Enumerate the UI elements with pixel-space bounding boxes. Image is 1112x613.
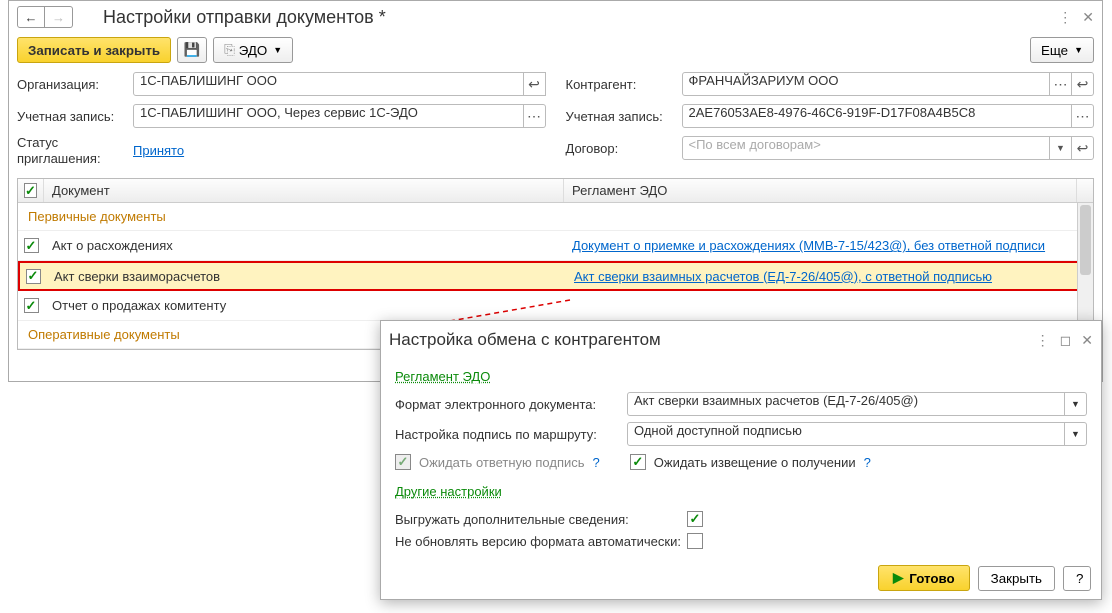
help-icon[interactable]: ? — [593, 455, 600, 470]
play-icon: ▶ — [893, 570, 903, 586]
wait-notice-checkbox[interactable]: ✓ — [630, 454, 646, 470]
open-icon[interactable]: ↩ — [1072, 72, 1094, 96]
open-icon[interactable]: ↩ — [524, 72, 546, 96]
contr-label: Контрагент: — [566, 77, 682, 92]
dog-input[interactable]: <По всем договорам> — [682, 136, 1051, 160]
format-label: Формат электронного документа: — [395, 397, 627, 412]
scroll-thumb[interactable] — [1080, 205, 1091, 275]
chevron-down-icon[interactable]: ▼ — [1065, 392, 1087, 416]
close-icon[interactable]: ✕ — [1082, 9, 1094, 26]
org-input[interactable]: 1С-ПАБЛИШИНГ ООО — [133, 72, 524, 96]
sign-combo[interactable]: Одной доступной подписью — [627, 422, 1065, 446]
status-link[interactable]: Принято — [133, 143, 184, 158]
noupd-checkbox[interactable] — [687, 533, 703, 549]
check-icon[interactable]: ✓ — [24, 238, 39, 253]
edo-icon: ⎘ — [224, 42, 235, 58]
ready-label: Готово — [909, 571, 954, 586]
col-document[interactable]: Документ — [44, 179, 564, 202]
doc-cell: Акт о расхождениях — [44, 238, 564, 253]
account-label: Учетная запись: — [17, 109, 133, 124]
help-icon[interactable]: ? — [864, 455, 871, 470]
ready-button[interactable]: ▶ Готово — [878, 565, 970, 591]
kebab-icon[interactable]: ⋮ — [1036, 332, 1050, 349]
sign-label: Настройка подпись по маршруту: — [395, 427, 627, 442]
account2-input[interactable]: 2AE76053AE8-4976-46C6-919F-D17F08A4B5C8 — [682, 104, 1073, 128]
reg-link[interactable]: Документ о приемке и расхождениях (ММВ-7… — [572, 238, 1045, 253]
chevron-down-icon[interactable]: ▼ — [1065, 422, 1087, 446]
arrow-left-icon: ← — [25, 10, 38, 25]
extra-checkbox[interactable]: ✓ — [687, 511, 703, 527]
titlebar: ← → Настройки отправки документов * ⋮ ✕ — [9, 1, 1102, 33]
contr-input[interactable]: ФРАНЧАЙЗАРИУМ ООО — [682, 72, 1051, 96]
noupd-label: Не обновлять версию формата автоматическ… — [395, 534, 687, 549]
reg-link[interactable]: Акт сверки взаимных расчетов (ЕД-7-26/40… — [574, 269, 992, 284]
status-label: Статус приглашения: — [17, 135, 133, 166]
close-icon[interactable]: ✕ — [1081, 332, 1093, 349]
table-row-selected[interactable]: ✓ Акт сверки взаиморасчетов Акт сверки в… — [18, 261, 1093, 291]
arrow-right-icon: → — [52, 10, 65, 25]
open-icon[interactable]: ↩ — [1072, 136, 1094, 160]
extra-label: Выгружать дополнительные сведения: — [395, 512, 687, 527]
section-reglament[interactable]: Регламент ЭДО — [395, 369, 490, 384]
table-row[interactable]: ✓ Отчет о продажах комитенту — [18, 291, 1093, 321]
account2-label: Учетная запись: — [566, 109, 682, 124]
chevron-down-icon[interactable]: ▼ — [1050, 136, 1072, 160]
account-input[interactable]: 1С-ПАБЛИШИНГ ООО, Через сервис 1С-ЭДО — [133, 104, 524, 128]
diskette-icon: 💾 — [184, 42, 201, 58]
wait-reply-checkbox: ✓ — [395, 454, 411, 470]
doc-cell: Отчет о продажах комитенту — [44, 298, 564, 313]
kebab-icon[interactable]: ⋮ — [1058, 9, 1072, 26]
more-button[interactable]: Еще ▼ — [1030, 37, 1094, 63]
format-combo[interactable]: Акт сверки взаимных расчетов (ЕД-7-26/40… — [627, 392, 1065, 416]
check-icon[interactable]: ✓ — [26, 269, 41, 284]
popup-title: Настройка обмена с контрагентом — [389, 330, 661, 350]
check-icon[interactable]: ✓ — [24, 298, 39, 313]
ellipsis-icon[interactable]: ⋯ — [524, 104, 546, 128]
toolbar: Записать и закрыть 💾 ⎘ ЭДО ▼ Еще ▼ — [9, 33, 1102, 71]
group-primary: Первичные документы — [18, 203, 1093, 231]
check-all[interactable]: ✓ — [18, 179, 44, 202]
detach-icon[interactable]: ◻ — [1060, 332, 1072, 349]
ellipsis-icon[interactable]: ⋯ — [1072, 104, 1094, 128]
wait-reply-label: Ожидать ответную подпись — [419, 455, 585, 470]
window-title: Настройки отправки документов * — [103, 7, 386, 28]
org-label: Организация: — [17, 77, 133, 92]
nav-forward-button[interactable]: → — [45, 6, 73, 28]
chevron-down-icon: ▼ — [1074, 45, 1083, 55]
edo-dropdown[interactable]: ⎘ ЭДО ▼ — [213, 37, 293, 63]
help-button[interactable]: ? — [1063, 566, 1091, 591]
dog-label: Договор: — [566, 141, 682, 156]
chevron-down-icon: ▼ — [273, 45, 282, 55]
more-label: Еще — [1041, 43, 1068, 58]
check-icon: ✓ — [24, 183, 37, 198]
wait-notice-label: Ожидать извещение о получении — [654, 455, 856, 470]
section-other[interactable]: Другие настройки — [395, 484, 502, 499]
table-row[interactable]: ✓ Акт о расхождениях Документ о приемке … — [18, 231, 1093, 261]
col-reglament[interactable]: Регламент ЭДО — [564, 179, 1077, 202]
save-close-button[interactable]: Записать и закрыть — [17, 37, 171, 63]
popup-exchange-settings: Настройка обмена с контрагентом ⋮ ◻ ✕ Ре… — [380, 320, 1102, 600]
close-button[interactable]: Закрыть — [978, 566, 1055, 591]
ellipsis-icon[interactable]: ⋯ — [1050, 72, 1072, 96]
save-button[interactable]: 💾 — [177, 37, 207, 63]
edo-label: ЭДО — [239, 43, 268, 58]
nav-back-button[interactable]: ← — [17, 6, 45, 28]
doc-cell: Акт сверки взаиморасчетов — [46, 269, 566, 284]
